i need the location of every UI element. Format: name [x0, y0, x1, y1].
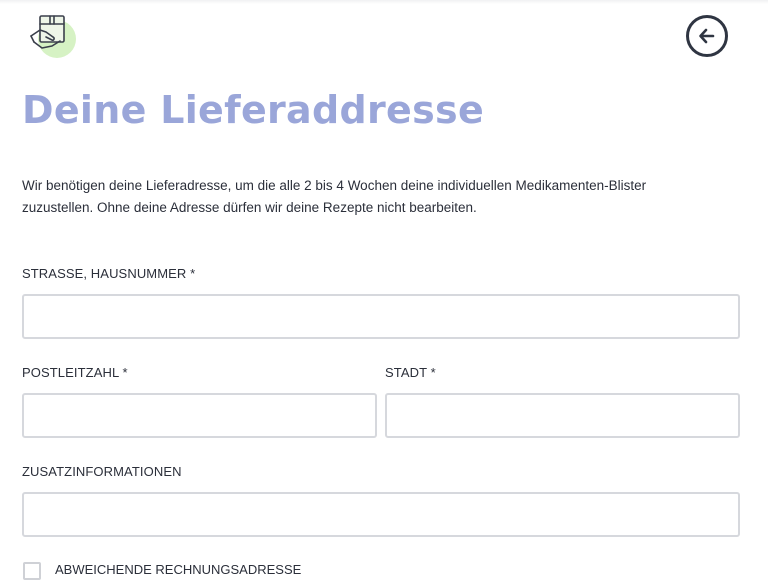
- city-label: STADT *: [385, 365, 436, 380]
- arrow-left-icon: [699, 28, 715, 44]
- page-title: Deine Lieferaddresse: [22, 88, 485, 132]
- top-shadow: [0, 0, 768, 4]
- back-button[interactable]: [686, 15, 728, 57]
- additional-info-label: ZUSATZINFORMATIONEN: [22, 464, 182, 479]
- intro-text: Wir benötigen deine Lieferadresse, um di…: [22, 175, 722, 219]
- street-input[interactable]: [22, 294, 740, 339]
- city-input[interactable]: [385, 393, 740, 438]
- delivery-address-page: Deine Lieferaddresse Wir benötigen deine…: [0, 0, 768, 588]
- intro-line-2: zuzustellen. Ohne deine Adresse dürfen w…: [22, 200, 477, 215]
- postal-code-label: POSTLEITZAHL *: [22, 365, 128, 380]
- postal-code-input[interactable]: [22, 393, 377, 438]
- logo: [28, 12, 78, 58]
- billing-address-checkbox[interactable]: [23, 562, 41, 580]
- box-hand-icon: [30, 15, 65, 49]
- street-label: STRASSE, HAUSNUMMER *: [22, 266, 196, 281]
- intro-line-1: Wir benötigen deine Lieferadresse, um di…: [22, 178, 647, 193]
- billing-address-checkbox-label[interactable]: ABWEICHENDE RECHNUNGSADRESSE: [55, 562, 301, 577]
- additional-info-input[interactable]: [22, 492, 740, 537]
